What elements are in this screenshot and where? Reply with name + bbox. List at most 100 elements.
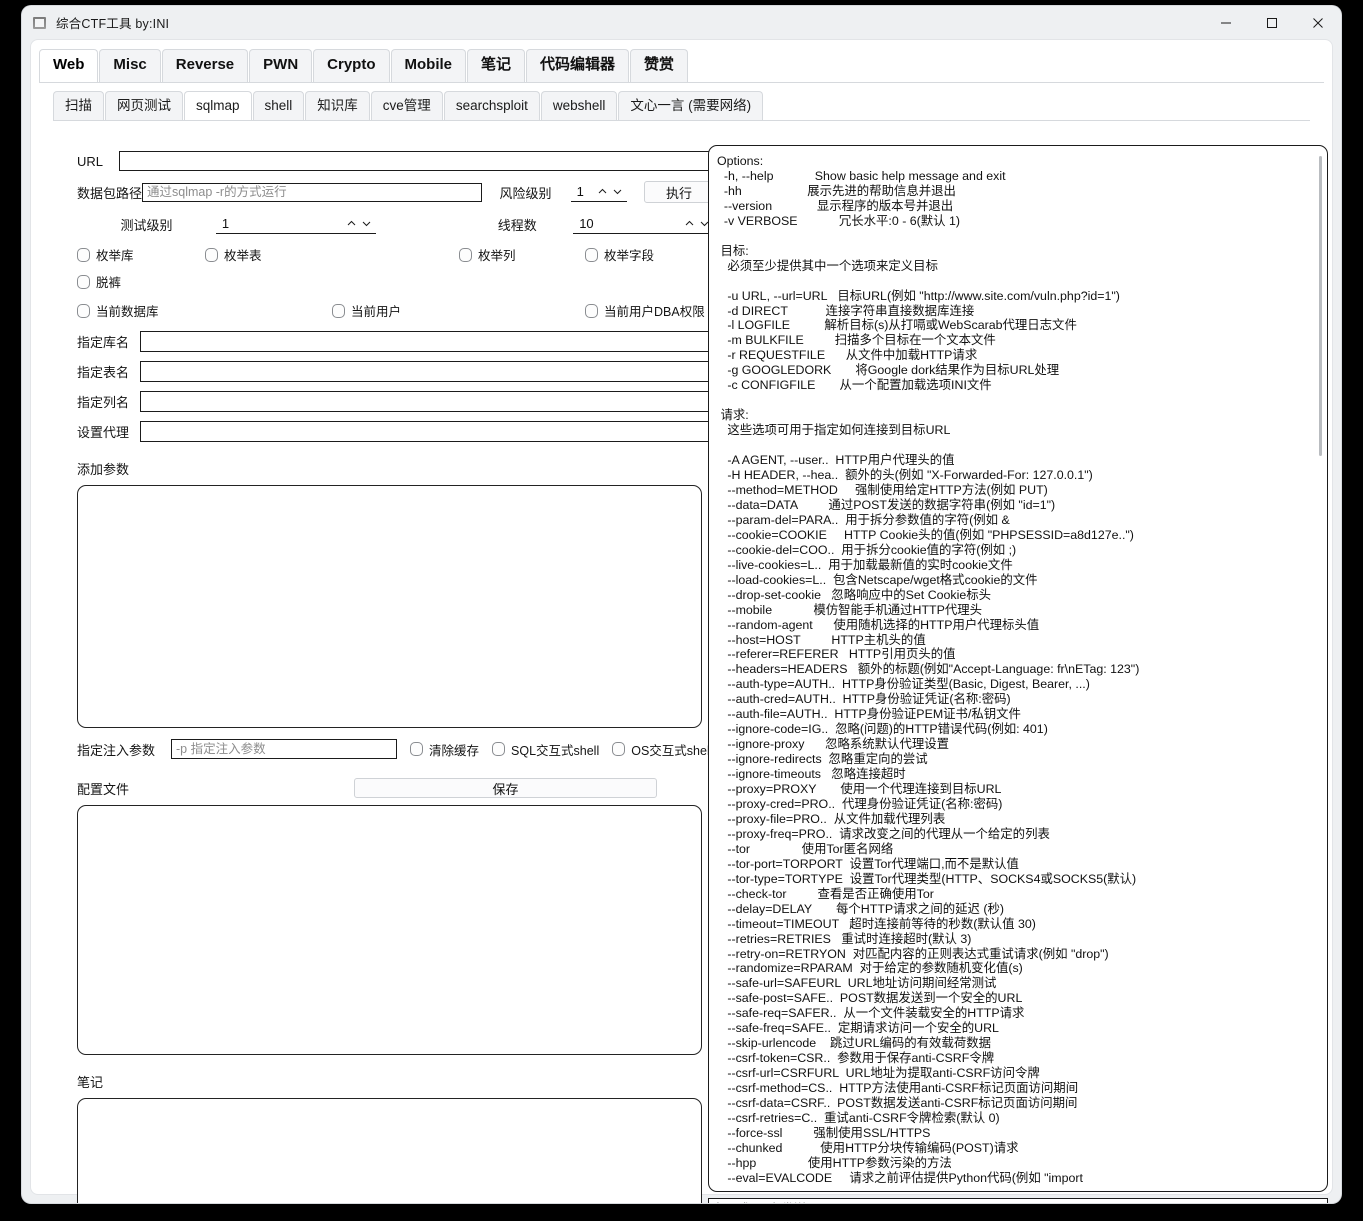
url-input[interactable] [118,151,714,171]
proxy-row: 设置代理 [54,421,714,442]
save-button[interactable]: 保存 [354,778,657,798]
add-params-label: 添加参数 [77,462,130,477]
db-name-label: 指定库名 [77,335,130,350]
main-tab-bar: Web Misc Reverse PWN Crypto Mobile 笔记 代码… [31,40,1332,82]
checkbox-label: 枚举字段 [604,249,655,263]
chevron-down-icon[interactable] [360,217,373,230]
help-pane: Options: -h, --help Show basic help mess… [708,143,1328,1203]
execute-button[interactable]: 执行 [643,181,715,203]
risk-level-value: 1 [576,184,584,199]
subtab-webshell[interactable]: webshell [540,91,618,120]
checkbox-box[interactable] [492,742,506,756]
close-button[interactable] [1295,6,1341,39]
subtab-web-test[interactable]: 网页测试 [105,91,183,120]
checkbox-is-dba[interactable]: 当前用户DBA权限 [585,301,705,320]
subtab-searchsploit[interactable]: searchsploit [443,91,540,120]
add-params-textarea[interactable] [77,485,702,728]
inject-param-row: 指定注入参数 清除缓存 SQL交互式shell OS交互式shell [54,739,714,759]
help-text: Options: -h, --help Show basic help mess… [717,154,1140,1185]
checkbox-label: 清除缓存 [429,743,480,758]
checkbox-box[interactable] [332,303,345,318]
config-file-textarea[interactable] [77,805,702,1055]
app-window: 综合CTF工具 by:INI Web Misc Reverse PWN Cryp… [22,6,1341,1203]
tab-web[interactable]: Web [39,49,99,82]
checkbox-box[interactable] [459,247,472,262]
tab-pwn[interactable]: PWN [249,49,313,82]
checkbox-box[interactable] [612,742,626,756]
checkbox-box[interactable] [585,247,598,262]
checkbox-box[interactable] [77,274,90,289]
tab-reverse[interactable]: Reverse [161,49,249,82]
sqlmap-form-pane: URL 数据包路径 风险级别 1 执行 [54,143,715,1203]
sqlmap-help-output[interactable]: Options: -h, --help Show basic help mess… [708,145,1328,1192]
checkbox-enum-field[interactable]: 枚举字段 [585,245,654,264]
table-name-input[interactable] [139,361,714,382]
checkbox-label: SQL交互式shell [511,743,600,758]
enum-checkbox-row: 枚举库 枚举表 枚举列 枚举字段 [54,245,714,263]
subtab-wenxin[interactable]: 文心一言 (需要网络) [618,91,764,120]
tab-mobile[interactable]: Mobile [390,49,466,82]
checkbox-label: 当前用户DBA权限 [604,305,705,319]
test-level-stepper[interactable]: 1 [215,214,376,234]
checkbox-box[interactable] [585,303,598,318]
interactive-command-input[interactable] [708,1198,1328,1203]
thread-count-value: 10 [579,216,594,231]
current-info-checkbox-row: 当前数据库 当前用户 当前用户DBA权限 [54,301,714,319]
tab-crypto[interactable]: Crypto [313,49,390,82]
minimize-button[interactable] [1203,6,1249,39]
help-scrollbar-thumb[interactable] [1319,156,1322,456]
checkbox-current-db[interactable]: 当前数据库 [77,301,159,320]
dump-checkbox-row: 脱裤 [54,272,714,290]
test-level-value: 1 [221,216,230,231]
checkbox-label: OS交互式shell [631,743,713,758]
package-path-input[interactable] [142,182,483,202]
subtab-shell[interactable]: shell [252,91,305,120]
risk-level-label: 风险级别 [499,185,552,201]
package-path-label: 数据包路径 [77,185,143,201]
app-logo-icon [32,15,48,31]
checkbox-box[interactable] [410,742,423,756]
checkbox-box[interactable] [205,247,218,262]
checkbox-sql-shell[interactable]: SQL交互式shell [492,740,599,759]
checkbox-enum-column[interactable]: 枚举列 [459,245,516,264]
db-name-row: 指定库名 [54,331,714,352]
checkbox-box[interactable] [77,247,90,262]
inject-param-input[interactable] [171,739,397,759]
checkbox-current-user[interactable]: 当前用户 [332,301,401,320]
maximize-button[interactable] [1249,6,1295,39]
column-name-label: 指定列名 [77,395,130,410]
subtab-scan[interactable]: 扫描 [53,91,104,120]
chevron-up-icon[interactable] [345,217,358,230]
tab-code-editor[interactable]: 代码编辑器 [526,49,630,82]
title-bar: 综合CTF工具 by:INI [22,6,1341,39]
risk-level-stepper[interactable]: 1 [570,182,627,202]
subtab-sqlmap[interactable]: sqlmap [184,91,252,120]
checkbox-os-shell[interactable]: OS交互式shell [612,740,713,759]
tab-misc[interactable]: Misc [99,49,161,82]
config-file-row: 配置文件 保存 [54,778,714,798]
subtab-knowledge[interactable]: 知识库 [305,91,370,120]
checkbox-clear-cache[interactable]: 清除缓存 [410,740,479,759]
table-name-row: 指定表名 [54,361,714,382]
chevron-up-icon[interactable] [683,217,696,230]
checkbox-dump-all[interactable]: 脱裤 [77,272,121,291]
subtab-cve-manage[interactable]: cve管理 [370,91,443,120]
proxy-input[interactable] [139,421,714,442]
thread-count-stepper[interactable]: 10 [573,214,714,234]
checkbox-box[interactable] [77,303,90,318]
notes-textarea[interactable] [77,1098,702,1203]
tab-donate[interactable]: 赞赏 [630,49,689,82]
notes-label: 笔记 [77,1075,104,1090]
tab-notes[interactable]: 笔记 [467,49,526,82]
checkbox-enum-table[interactable]: 枚举表 [205,245,262,264]
db-name-input[interactable] [139,331,714,352]
package-path-row: 数据包路径 风险级别 1 执行 [54,181,715,203]
column-name-input[interactable] [139,391,714,412]
level-thread-row: 测试级别 1 线程数 10 [54,214,714,234]
thread-count-label: 线程数 [497,217,537,233]
window-controls [1203,6,1341,39]
chevron-up-icon[interactable] [596,185,609,198]
checkbox-enum-db[interactable]: 枚举库 [77,245,134,264]
checkbox-label: 枚举库 [96,249,134,263]
chevron-down-icon[interactable] [611,185,624,198]
